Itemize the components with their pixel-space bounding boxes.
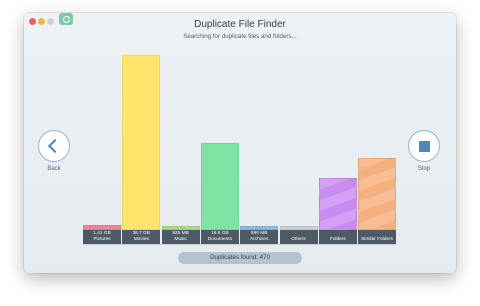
bar-label-similar_folders: Similar Folders: [358, 230, 397, 244]
app-window: Duplicate File Finder Searching for dupl…: [24, 13, 456, 273]
duplicates-found-count: 470: [259, 254, 270, 261]
duplicates-found-label: Duplicates found:: [210, 254, 258, 261]
bar-label-folders: Folders: [318, 230, 357, 244]
bar-category-movies: Movies: [133, 237, 149, 242]
bar-similar_folders[interactable]: [358, 158, 397, 230]
bar-label-music: 925 MB Music: [161, 230, 200, 244]
bar-category-folders: Folders: [329, 237, 346, 242]
bar-category-documents: Documents: [207, 237, 233, 242]
bar-category-similar_folders: Similar Folders: [361, 237, 394, 242]
bar-folders[interactable]: [318, 177, 357, 230]
chart-baseline: [83, 244, 397, 245]
bar-label-documents: 18.5 GB Documents: [200, 230, 239, 244]
bar-label-pictures: 1.41 GB Pictures: [83, 230, 121, 244]
bar-category-pictures: Pictures: [93, 237, 111, 242]
bar-movies[interactable]: [122, 55, 161, 230]
category-bar-chart: 1.41 GB Pictures 36.7 GB Movies 925 MB Music 1…: [24, 13, 456, 273]
bar-category-others: Others: [291, 237, 306, 242]
bar-label-others: Others: [279, 230, 318, 244]
bar-documents[interactable]: [200, 142, 239, 230]
bar-label-movies: 36.7 GB Movies: [122, 230, 161, 244]
bar-category-archives: Archives: [249, 237, 269, 242]
bar-category-music: Music: [174, 237, 187, 242]
duplicates-found-badge: Duplicates found: 470: [178, 252, 302, 264]
bar-label-archives: 590 MB Archives: [240, 230, 279, 244]
